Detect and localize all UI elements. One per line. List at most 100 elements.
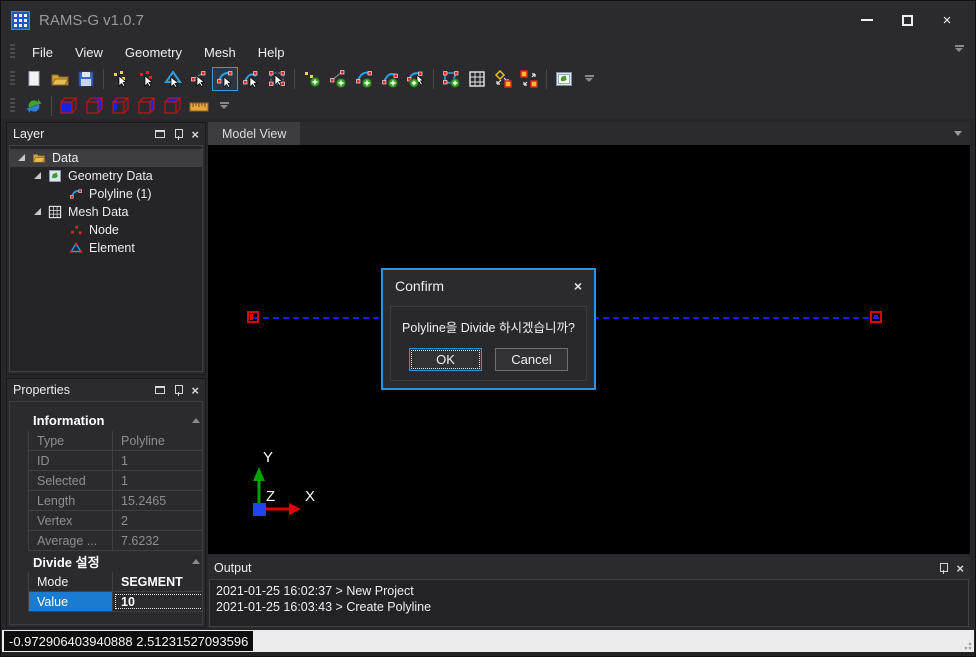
model-view-canvas[interactable]: Y Z X Confirm × Polyline을 Divide 하시겠습니까?… (208, 145, 970, 554)
ruler-icon[interactable] (186, 94, 212, 118)
cube-back-icon[interactable] (160, 94, 186, 118)
minimize-button[interactable] (847, 1, 887, 39)
close-icon[interactable]: × (191, 384, 199, 397)
resize-grip-icon[interactable] (962, 640, 972, 650)
polyline-icon (68, 187, 84, 201)
polyline-vertex-start[interactable] (247, 311, 259, 323)
toolbar-view (1, 92, 975, 119)
mesh-grid-icon[interactable] (464, 67, 490, 91)
maximize-button[interactable] (887, 1, 927, 39)
cube-iso-icon[interactable] (82, 94, 108, 118)
dialog-close-icon[interactable]: × (574, 278, 582, 294)
mesh-data-icon (47, 205, 63, 219)
property-row-id: ID1 (28, 451, 203, 471)
app-logo-icon (11, 11, 30, 30)
dialog-message: Polyline을 Divide 하시겠습니까? (391, 317, 586, 336)
toolbar-grip[interactable] (10, 98, 15, 114)
app-title: RAMS-G v1.0.7 (39, 12, 144, 29)
tree-item-element[interactable]: Element (10, 239, 202, 257)
toolbar-overflow-icon[interactable] (953, 45, 965, 52)
tree-item-geometry-data[interactable]: Geometry Data (10, 167, 202, 185)
properties-panel-title: Properties (13, 383, 70, 397)
tree-item-node[interactable]: Node (10, 221, 202, 239)
close-button[interactable]: × (927, 1, 967, 39)
float-window-icon[interactable] (155, 386, 165, 394)
layer-panel: Layer × Data Geometry Data (6, 122, 206, 375)
toolbar-grip[interactable] (10, 71, 15, 87)
collapse-icon[interactable] (192, 418, 200, 423)
mesh-domain-icon[interactable] (438, 67, 464, 91)
tab-model-view[interactable]: Model View (208, 122, 300, 145)
output-panel: Output × 2021-01-25 16:02:37 > New Proje… (208, 557, 970, 628)
select-point-icon[interactable] (108, 67, 134, 91)
view-image-icon[interactable] (551, 67, 577, 91)
menu-view[interactable]: View (64, 41, 114, 64)
select-element-icon[interactable] (160, 67, 186, 91)
select-line-icon[interactable] (186, 67, 212, 91)
tab-list-dropdown-icon[interactable] (954, 131, 962, 136)
collapse-icon[interactable] (192, 559, 200, 564)
expander-icon[interactable] (34, 208, 42, 216)
add-line-icon[interactable] (325, 67, 351, 91)
add-arc-icon[interactable] (351, 67, 377, 91)
cube-left-icon[interactable] (108, 94, 134, 118)
tree-label: Polyline (1) (89, 187, 152, 201)
add-curve-icon[interactable] (377, 67, 403, 91)
tree-item-mesh-data[interactable]: Mesh Data (10, 203, 202, 221)
window-bottom-edge (1, 652, 975, 657)
menu-help[interactable]: Help (247, 41, 296, 64)
section-divide[interactable]: Divide 설정 (28, 551, 203, 572)
select-curve-icon[interactable] (238, 67, 264, 91)
toolbar-overflow-icon[interactable] (583, 75, 595, 82)
pin-icon[interactable] (174, 385, 182, 396)
value-input[interactable]: 10 (113, 592, 203, 611)
folder-icon (31, 151, 47, 165)
mapping-out-icon[interactable] (490, 67, 516, 91)
origin-marker (253, 503, 266, 516)
menu-mesh[interactable]: Mesh (193, 41, 247, 64)
cube-right-icon[interactable] (134, 94, 160, 118)
tree-label: Geometry Data (68, 169, 153, 183)
expander-icon[interactable] (18, 154, 26, 162)
property-row-vertex: Vertex2 (28, 511, 203, 531)
ok-button[interactable]: OK (409, 348, 482, 371)
y-axis-arrow (253, 467, 265, 481)
log-line: 2021-01-25 16:03:43 > Create Polyline (216, 599, 962, 615)
layer-panel-title: Layer (13, 127, 44, 141)
polyline-vertex-end[interactable] (870, 311, 882, 323)
toolbar-grip[interactable] (10, 44, 15, 60)
close-icon[interactable]: × (956, 562, 964, 575)
menu-bar: File View Geometry Mesh Help (1, 39, 975, 65)
menu-file[interactable]: File (21, 41, 64, 64)
expander-icon[interactable] (34, 172, 42, 180)
tree-item-polyline[interactable]: Polyline (1) (10, 185, 202, 203)
title-bar: RAMS-G v1.0.7 × (1, 1, 975, 39)
select-polyline-icon[interactable] (212, 67, 238, 91)
cube-front-icon[interactable] (56, 94, 82, 118)
float-window-icon[interactable] (155, 130, 165, 138)
menu-geometry[interactable]: Geometry (114, 41, 193, 64)
add-polyline-icon[interactable] (403, 67, 429, 91)
select-box-icon[interactable] (264, 67, 290, 91)
mapping-in-icon[interactable] (516, 67, 542, 91)
add-point-icon[interactable] (299, 67, 325, 91)
output-log[interactable]: 2021-01-25 16:02:37 > New Project 2021-0… (209, 579, 969, 627)
property-row-value[interactable]: Value10 (28, 592, 203, 612)
property-row-mode[interactable]: ModeSEGMENT (28, 572, 203, 592)
y-axis-label: Y (263, 449, 273, 466)
toolbar-overflow-icon[interactable] (218, 102, 230, 109)
save-icon[interactable] (73, 67, 99, 91)
properties-panel: Properties × Information TypePolyline ID… (6, 378, 206, 628)
close-icon[interactable]: × (191, 128, 199, 141)
select-node-icon[interactable] (134, 67, 160, 91)
sync-icon[interactable] (21, 94, 47, 118)
cancel-button[interactable]: Cancel (495, 348, 568, 371)
section-information[interactable]: Information (28, 410, 203, 431)
pin-icon[interactable] (939, 563, 947, 574)
pin-icon[interactable] (174, 129, 182, 140)
property-row-length: Length15.2465 (28, 491, 203, 511)
maximize-icon (902, 15, 913, 26)
open-folder-icon[interactable] (47, 67, 73, 91)
tree-item-data[interactable]: Data (10, 149, 202, 167)
new-file-icon[interactable] (21, 67, 47, 91)
